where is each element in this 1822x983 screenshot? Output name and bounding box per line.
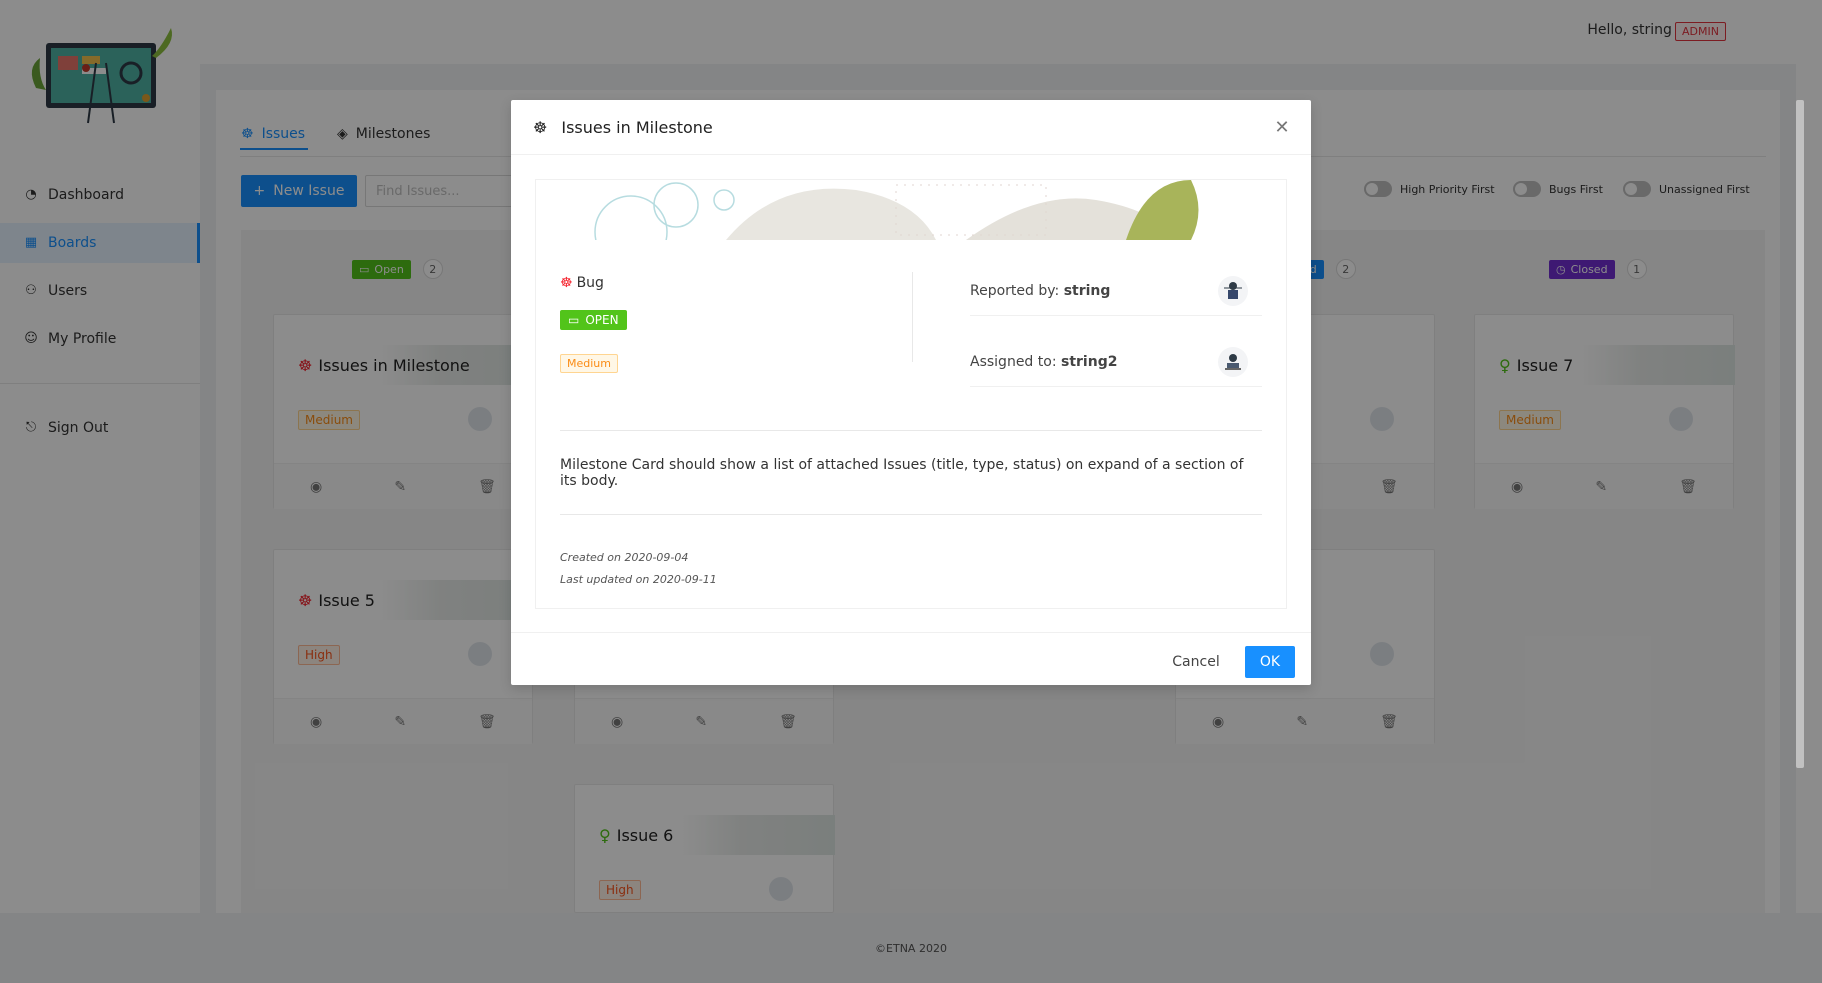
card-cover-illustration — [536, 180, 1286, 240]
issue-description: Milestone Card should show a list of att… — [560, 457, 1244, 489]
close-icon[interactable]: ✕ — [1271, 116, 1293, 138]
modal-header: ☸ Issues in Milestone — [511, 100, 1311, 155]
reporter-name: string — [1063, 282, 1111, 299]
type-label: Bug — [576, 275, 604, 291]
updated-date: Last updated on 2020-09-11 — [560, 573, 717, 586]
assigned-to-label: Assigned to: — [970, 353, 1061, 370]
issue-details-modal: ☸ Issues in Milestone ✕ ☸ Bug ▭ OPEN Med… — [511, 100, 1311, 685]
assignee-name: string2 — [1061, 353, 1118, 370]
cancel-button[interactable]: Cancel — [1166, 646, 1226, 678]
issue-type: ☸ Bug — [560, 275, 604, 291]
avatar — [1218, 346, 1248, 377]
assigned-to-row: Assigned to: string2 — [970, 337, 1262, 387]
status-badge: ▭ OPEN — [560, 310, 627, 330]
ok-button[interactable]: OK — [1245, 646, 1295, 678]
reported-by-label: Reported by: — [970, 282, 1064, 299]
avatar — [1218, 275, 1248, 306]
reported-by-row: Reported by: string — [970, 266, 1262, 316]
divider — [560, 514, 1262, 515]
folder-open-icon: ▭ — [568, 313, 580, 327]
status-label: OPEN — [585, 313, 619, 327]
issue-detail-card: ☸ Bug ▭ OPEN Medium Reported by: string … — [535, 179, 1287, 609]
vertical-divider — [912, 272, 913, 362]
divider — [560, 430, 1262, 431]
created-date: Created on 2020-09-04 — [560, 551, 689, 564]
modal-footer: Cancel OK — [511, 632, 1311, 685]
modal-title: Issues in Milestone — [561, 117, 713, 137]
bug-icon: ☸ — [533, 117, 548, 137]
priority-tag: Medium — [560, 354, 618, 373]
assigned-to-text: Assigned to: string2 — [970, 354, 1117, 370]
reported-by-text: Reported by: string — [970, 283, 1110, 299]
bug-icon: ☸ — [560, 275, 573, 291]
scrollbar[interactable] — [1796, 100, 1804, 768]
